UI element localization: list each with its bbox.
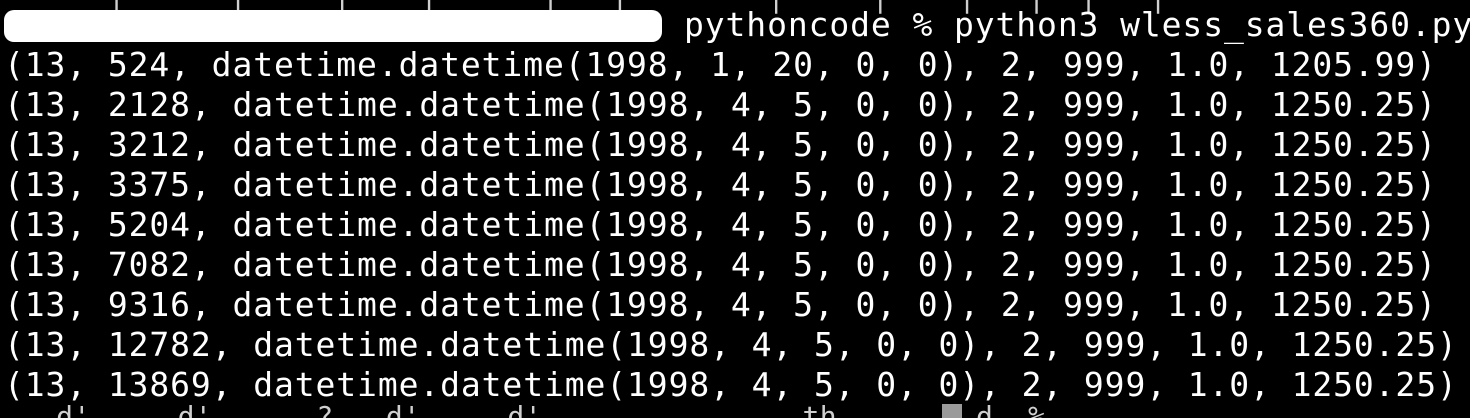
text-cursor bbox=[942, 404, 962, 418]
prompt-command: pythoncode % python3 wless_sales360.py bbox=[684, 5, 1470, 44]
output-line: (13, 12782, datetime.datetime(1998, 4, 5… bbox=[4, 325, 1458, 364]
output-line: (13, 5204, datetime.datetime(1998, 4, 5,… bbox=[4, 205, 1437, 244]
redacted-prompt-prefix bbox=[4, 10, 662, 42]
output-line: (13, 2128, datetime.datetime(1998, 4, 5,… bbox=[4, 85, 1437, 124]
output-line: (13, 3375, datetime.datetime(1998, 4, 5,… bbox=[4, 165, 1437, 204]
output-line: (13, 9316, datetime.datetime(1998, 4, 5,… bbox=[4, 285, 1437, 324]
partial-bottom-prompt: .d' .d' ? .d' .d' . th d % bbox=[4, 400, 1046, 418]
terminal-window[interactable]: | | | | | | | | | | | | pythoncode % pyt… bbox=[0, 0, 1470, 418]
output-line: (13, 7082, datetime.datetime(1998, 4, 5,… bbox=[4, 245, 1437, 284]
output-line: (13, 3212, datetime.datetime(1998, 4, 5,… bbox=[4, 125, 1437, 164]
output-line: (13, 524, datetime.datetime(1998, 1, 20,… bbox=[4, 45, 1437, 84]
